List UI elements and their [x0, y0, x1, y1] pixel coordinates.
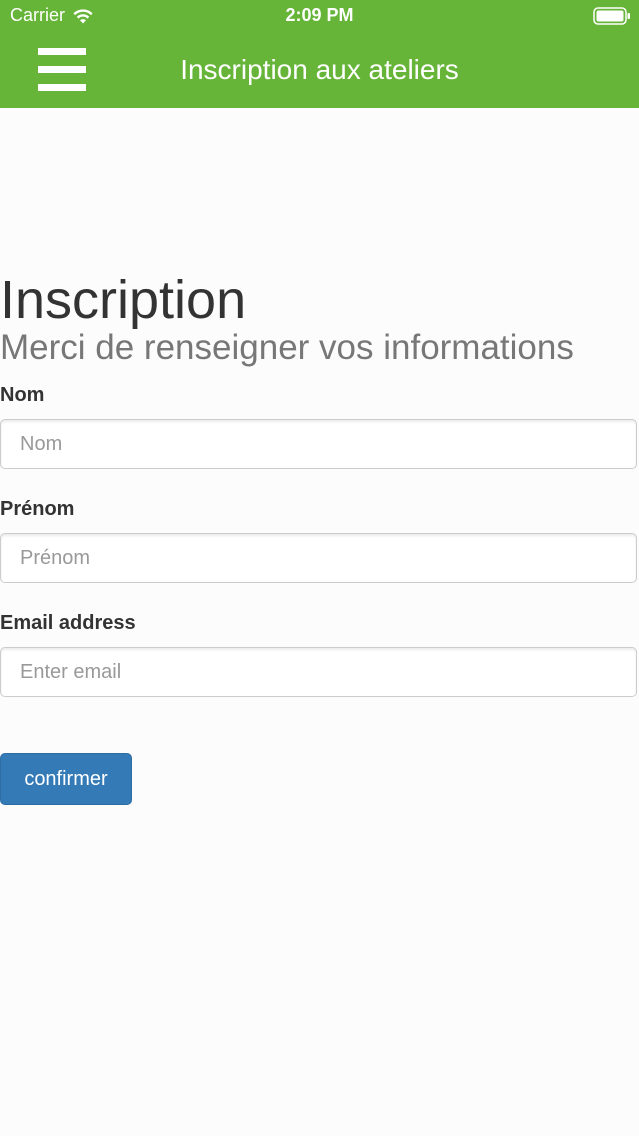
status-time: 2:09 PM — [285, 5, 354, 25]
page-title: Inscription — [0, 270, 247, 330]
navbar: Inscription aux ateliers — [0, 34, 639, 108]
navbar-title: Inscription aux ateliers — [180, 54, 459, 85]
nom-input[interactable] — [0, 419, 637, 469]
battery-icon — [593, 7, 630, 25]
status-bar: Carrier 2:09 PM — [0, 0, 639, 34]
email-input[interactable] — [0, 647, 637, 697]
prenom-label: Prénom — [0, 498, 75, 520]
confirm-button[interactable]: confirmer — [0, 753, 132, 805]
nom-label: Nom — [0, 384, 45, 406]
app-header: Carrier 2:09 PM Inscription aux ateliers — [0, 0, 639, 108]
page-subtitle: Merci de renseigner vos informations — [0, 328, 574, 367]
prenom-input[interactable] — [0, 533, 637, 583]
email-label: Email address — [0, 612, 136, 634]
